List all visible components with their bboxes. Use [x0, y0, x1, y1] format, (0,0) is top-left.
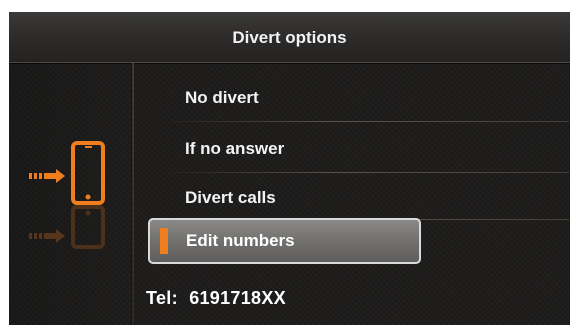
menu-item-edit-numbers[interactable]: Edit numbers	[148, 218, 421, 264]
divert-arrow-icon	[29, 169, 65, 183]
phone-divert-icon	[25, 137, 115, 257]
vertical-divider	[131, 63, 134, 325]
menu-item-divert-calls[interactable]: Divert calls	[185, 188, 276, 208]
title-bar: Divert options	[9, 12, 570, 63]
menu-item-no-divert[interactable]: No divert	[185, 88, 259, 108]
menu-item-if-no-answer[interactable]: If no answer	[185, 139, 284, 159]
tel-label: Tel:	[146, 288, 178, 308]
row-divider	[171, 121, 569, 122]
selection-indicator	[160, 228, 168, 254]
tel-number-display: Tel: 6191718XX	[146, 288, 286, 309]
divert-options-screen: Divert options No divert If no answer Di…	[9, 12, 570, 325]
mobile-phone-icon	[71, 141, 105, 205]
tel-number: 6191718XX	[189, 288, 286, 308]
page-title: Divert options	[232, 28, 347, 47]
row-divider	[171, 172, 569, 173]
menu-item-label: Edit numbers	[186, 231, 295, 250]
